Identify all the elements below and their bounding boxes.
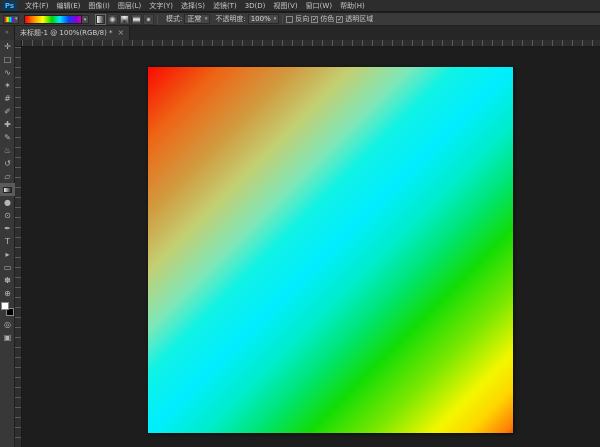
tool-preset-picker[interactable]: ▾	[3, 15, 19, 24]
diamond-gradient-type-button[interactable]	[143, 14, 154, 25]
gradient-tool-icon	[3, 187, 12, 193]
zoom-tool[interactable]: ⊕	[0, 287, 15, 300]
eraser-tool[interactable]: ▱	[0, 170, 15, 183]
crop-tool[interactable]: #	[0, 92, 15, 105]
blend-mode-select[interactable]: 正常 ▾	[184, 14, 210, 24]
menu-item[interactable]: 3D(D)	[241, 0, 270, 12]
hand-tool[interactable]: ✽	[0, 274, 15, 287]
opacity-select[interactable]: 100% ▾	[248, 14, 280, 24]
blur-tool[interactable]: ●	[0, 196, 15, 209]
lasso-tool[interactable]: ∿	[0, 66, 15, 79]
reverse-checkbox[interactable]	[286, 16, 293, 23]
mode-label: 模式:	[166, 14, 182, 24]
chevron-down-icon: ▾	[202, 16, 208, 22]
reflected-gradient-type-button[interactable]	[131, 14, 142, 25]
menu-item[interactable]: 文件(F)	[21, 0, 53, 12]
dodge-tool[interactable]: ⊙	[0, 209, 15, 222]
tools-panel-collapse-button[interactable]: »	[0, 26, 15, 40]
shape-tool[interactable]: ▭	[0, 261, 15, 274]
menu-item[interactable]: 编辑(E)	[53, 0, 85, 12]
type-tool[interactable]: T	[0, 235, 15, 248]
menu-bar: Ps 文件(F)编辑(E)图像(I)图层(L)文字(Y)选择(S)滤镜(T)3D…	[0, 0, 600, 12]
document-tab-bar: » 未标题-1 @ 100%(RGB/8) * ×	[0, 26, 600, 40]
reverse-checkbox-label: 反向	[295, 14, 309, 24]
menu-item[interactable]: 选择(S)	[177, 0, 209, 12]
divider	[157, 15, 158, 24]
photoshop-window: Ps 文件(F)编辑(E)图像(I)图层(L)文字(Y)选择(S)滤镜(T)3D…	[0, 0, 600, 447]
quick-mask-button[interactable]: ◎	[0, 318, 15, 331]
move-tool[interactable]: ✛	[0, 40, 15, 53]
tools-panel: ✛□∿✶#✐✚✎♨↺▱ ●⊙✒T▸▭✽⊕ ◎▣	[0, 40, 15, 447]
gradient-tool[interactable]	[0, 183, 15, 196]
opacity-label: 不透明度:	[215, 14, 245, 24]
close-icon[interactable]: ×	[118, 29, 125, 37]
divider	[282, 15, 283, 24]
linear-gradient-type-icon	[97, 16, 104, 23]
angle-gradient-type-icon	[121, 16, 128, 23]
dither-checkbox[interactable]: ✓	[311, 16, 318, 23]
canvas-gradient-image[interactable]	[148, 67, 513, 433]
opacity-value: 100%	[251, 15, 271, 23]
menu-item[interactable]: 帮助(H)	[336, 0, 369, 12]
menu-item[interactable]: 文字(Y)	[145, 0, 177, 12]
chevron-down-icon: ▾	[271, 16, 277, 22]
document-tab-title: 未标题-1 @ 100%(RGB/8) *	[20, 28, 113, 38]
healing-brush-tool[interactable]: ✚	[0, 118, 15, 131]
dither-checkbox-label: 仿色	[320, 14, 334, 24]
menu-item[interactable]: 图层(L)	[114, 0, 145, 12]
blend-mode-value: 正常	[187, 14, 201, 24]
radial-gradient-type-button[interactable]	[107, 14, 118, 25]
gradient-tool-icon	[5, 17, 14, 22]
history-brush-tool[interactable]: ↺	[0, 157, 15, 170]
tool-options-bar: ▾ ▾ 模式: 正常 ▾ 不透明度: 100% ▾ 反向✓仿色✓透明区域	[0, 13, 600, 26]
menu-item[interactable]: 图像(I)	[84, 0, 114, 12]
eyedropper-tool[interactable]: ✐	[0, 105, 15, 118]
gradient-picker-arrow[interactable]: ▾	[82, 15, 89, 24]
angle-gradient-type-button[interactable]	[119, 14, 130, 25]
photoshop-logo: Ps	[2, 1, 17, 11]
radial-gradient-type-icon	[109, 16, 116, 23]
document-workspace	[15, 40, 600, 447]
ruler-origin-box[interactable]	[15, 40, 22, 47]
menu-item[interactable]: 窗口(W)	[302, 0, 336, 12]
path-selection-tool[interactable]: ▸	[0, 248, 15, 261]
vertical-ruler[interactable]	[15, 47, 22, 447]
screen-mode-button[interactable]: ▣	[0, 331, 15, 344]
transparency-checkbox[interactable]: ✓	[336, 16, 343, 23]
chevron-down-icon: ▾	[15, 16, 18, 22]
gradient-preview-swatch[interactable]	[24, 15, 82, 24]
pen-tool[interactable]: ✒	[0, 222, 15, 235]
reflected-gradient-type-icon	[133, 16, 140, 23]
marquee-tool[interactable]: □	[0, 53, 15, 66]
linear-gradient-type-button[interactable]	[95, 14, 106, 25]
diamond-gradient-type-icon	[145, 15, 153, 23]
menu-item[interactable]: 滤镜(T)	[209, 0, 241, 12]
clone-stamp-tool[interactable]: ♨	[0, 144, 15, 157]
brush-tool[interactable]: ✎	[0, 131, 15, 144]
menu-item[interactable]: 视图(V)	[269, 0, 301, 12]
color-swatches	[0, 302, 15, 318]
foreground-color-swatch[interactable]	[1, 302, 9, 310]
document-tab[interactable]: 未标题-1 @ 100%(RGB/8) * ×	[15, 26, 130, 40]
quick-selection-tool[interactable]: ✶	[0, 79, 15, 92]
horizontal-ruler[interactable]	[22, 40, 600, 47]
transparency-checkbox-label: 透明区域	[345, 14, 373, 24]
